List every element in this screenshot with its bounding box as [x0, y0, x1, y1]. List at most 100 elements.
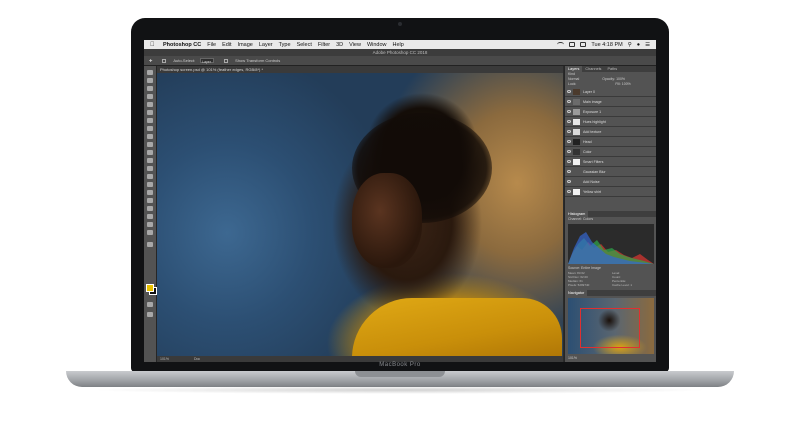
crop-tool[interactable]	[147, 102, 153, 107]
eye-icon[interactable]	[567, 190, 571, 193]
layer-row[interactable]: Head	[565, 137, 656, 147]
quick-mask-icon[interactable]	[147, 302, 153, 307]
blur-tool[interactable]	[147, 174, 153, 179]
lasso-tool[interactable]	[147, 86, 153, 91]
eye-icon[interactable]	[567, 90, 571, 93]
notification-center-icon[interactable]: ☰	[645, 42, 650, 48]
screen-mode-icon[interactable]	[147, 312, 153, 317]
layer-name: Smart Filters	[583, 159, 604, 164]
eye-icon[interactable]	[567, 180, 571, 183]
layer-thumbnail	[573, 188, 580, 195]
menu-file[interactable]: File	[207, 42, 216, 48]
eraser-tool[interactable]	[147, 158, 153, 163]
menu-select[interactable]: Select	[297, 42, 312, 48]
menu-filter[interactable]: Filter	[318, 42, 330, 48]
options-bar: ✚ Auto-Select: Layer Show Transform Cont…	[144, 56, 656, 66]
layer-row[interactable]: Exposure 1	[565, 107, 656, 117]
transform-controls-checkbox[interactable]: Show Transform Controls	[219, 58, 280, 63]
move-tool-icon[interactable]: ✚	[149, 58, 152, 63]
menu-layer[interactable]: Layer	[259, 42, 273, 48]
layer-row[interactable]: Add Noise	[565, 177, 656, 187]
brush-tool[interactable]	[147, 134, 153, 139]
pen-tool[interactable]	[147, 190, 153, 195]
status-zoom[interactable]: 101%	[160, 357, 169, 361]
menu-help[interactable]: Help	[393, 42, 404, 48]
healing-brush-tool[interactable]	[147, 126, 153, 131]
clone-stamp-tool[interactable]	[147, 142, 153, 147]
eye-icon[interactable]	[567, 170, 571, 173]
layer-thumbnail	[573, 88, 580, 95]
layer-row[interactable]: Color	[565, 147, 656, 157]
auto-select-checkbox[interactable]: Auto-Select:	[157, 58, 195, 63]
menu-image[interactable]: Image	[238, 42, 253, 48]
layer-row[interactable]: Yellow shirt	[565, 187, 656, 197]
blend-mode-dropdown[interactable]: Normal	[568, 77, 579, 81]
navigator-view-box[interactable]	[580, 308, 640, 348]
layer-name: Head	[583, 139, 592, 144]
foreground-color-swatch[interactable]	[146, 284, 154, 292]
hand-tool[interactable]	[147, 222, 153, 227]
layer-thumbnail	[573, 118, 580, 125]
menu-window[interactable]: Window	[367, 42, 387, 48]
lock-label: Lock:	[568, 82, 577, 86]
airplay-icon[interactable]	[569, 42, 576, 47]
navigator-thumbnail[interactable]	[568, 298, 654, 354]
marquee-tool[interactable]	[147, 78, 153, 83]
battery-icon[interactable]	[580, 42, 587, 47]
layer-row[interactable]: Layer 0	[565, 87, 656, 97]
eye-icon[interactable]	[567, 130, 571, 133]
edit-toolbar-icon[interactable]	[147, 242, 153, 247]
type-tool[interactable]	[147, 198, 153, 203]
path-selection-tool[interactable]	[147, 206, 153, 211]
menu-3d[interactable]: 3D	[336, 42, 343, 48]
document-tab[interactable]: Photoshop screen.psd @ 101% (feather edg…	[157, 66, 563, 73]
layer-row[interactable]: Add texture	[565, 127, 656, 137]
apple-icon[interactable]: 	[150, 42, 157, 48]
menu-view[interactable]: View	[349, 42, 361, 48]
tab-paths[interactable]: Paths	[604, 66, 620, 72]
fill-value[interactable]: 100%	[622, 82, 631, 86]
layer-row[interactable]: Smart Filters	[565, 157, 656, 167]
screen:  Photoshop CC File Edit Image Layer Typ…	[144, 40, 656, 362]
dodge-tool[interactable]	[147, 182, 153, 187]
siri-icon[interactable]: ●	[637, 42, 640, 48]
navigator-zoom[interactable]: 101%	[568, 356, 577, 360]
document-canvas[interactable]	[157, 73, 563, 356]
layer-row[interactable]: Hues highlight	[565, 117, 656, 127]
eye-icon[interactable]	[567, 160, 571, 163]
eye-icon[interactable]	[567, 120, 571, 123]
shape-tool[interactable]	[147, 214, 153, 219]
tab-channels[interactable]: Channels	[582, 66, 604, 72]
spotlight-icon[interactable]: ⚲	[628, 42, 632, 48]
eye-icon[interactable]	[567, 100, 571, 103]
eye-icon[interactable]	[567, 140, 571, 143]
channel-dropdown[interactable]: Colors	[583, 217, 593, 221]
frame-tool[interactable]	[147, 110, 153, 115]
layer-name: Hues highlight	[583, 119, 606, 124]
menubar-clock[interactable]: Tue 4:18 PM	[591, 42, 622, 48]
menu-edit[interactable]: Edit	[222, 42, 231, 48]
wifi-icon[interactable]	[557, 42, 565, 47]
eyedropper-tool[interactable]	[147, 118, 153, 123]
layer-name: Exposure 1	[583, 109, 602, 114]
menu-app-name[interactable]: Photoshop CC	[163, 42, 201, 48]
gradient-tool[interactable]	[147, 166, 153, 171]
eye-icon[interactable]	[567, 150, 571, 153]
histogram-stats: Mean: 83.62 Std Dev: 62.00 Median: 61 Pi…	[565, 271, 656, 287]
zoom-tool[interactable]	[147, 230, 153, 235]
laptop-shadow	[90, 386, 710, 394]
auto-select-dropdown[interactable]: Layer	[200, 58, 215, 64]
move-tool[interactable]	[147, 70, 153, 75]
history-brush-tool[interactable]	[147, 150, 153, 155]
layer-row[interactable]: Gaussian Blur	[565, 167, 656, 177]
source-dropdown[interactable]: Entire Image	[581, 266, 601, 270]
transform-controls-label: Show Transform Controls	[235, 58, 281, 63]
menu-type[interactable]: Type	[279, 42, 291, 48]
stat-pixels: Pixels: 5299740	[568, 283, 590, 287]
layer-kind-filter[interactable]: Kind	[568, 72, 575, 76]
layer-row[interactable]: Main image	[565, 97, 656, 107]
quick-select-tool[interactable]	[147, 94, 153, 99]
opacity-value[interactable]: 100%	[616, 77, 625, 81]
eye-icon[interactable]	[567, 110, 571, 113]
tab-navigator[interactable]: Navigator	[565, 290, 588, 296]
